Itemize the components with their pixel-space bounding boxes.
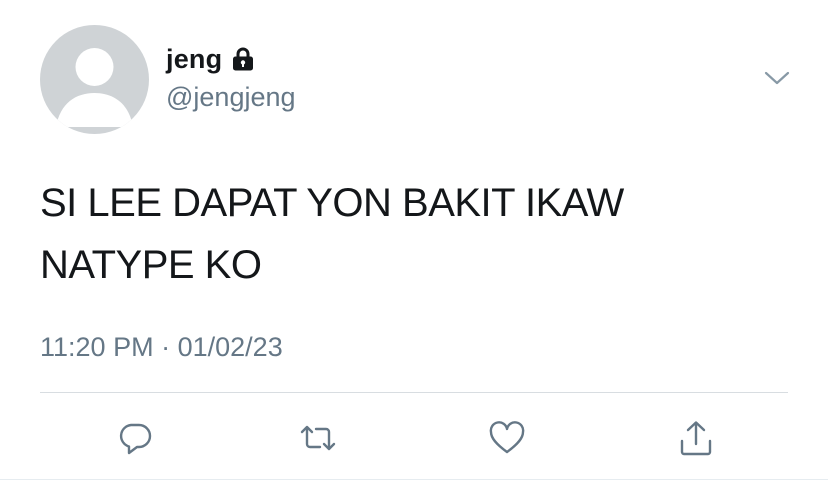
divider (40, 392, 788, 393)
like-button[interactable] (487, 418, 527, 458)
author-handle[interactable]: @jengjeng (166, 82, 296, 113)
tweet-time: 11:20 PM (40, 332, 154, 362)
bottom-divider (0, 479, 828, 480)
retweet-icon (300, 425, 336, 451)
heart-icon (489, 421, 525, 454)
reply-icon (119, 423, 152, 455)
share-button[interactable] (676, 418, 716, 458)
tweet-text: SI LEE DAPAT YON BAKIT IKAW NATYPE KO (40, 172, 780, 296)
display-name[interactable]: jeng (166, 44, 222, 75)
reply-button[interactable] (115, 418, 155, 458)
meta-separator: · (161, 332, 171, 362)
default-avatar-icon (56, 48, 133, 127)
retweet-button[interactable] (298, 418, 338, 458)
author-name-row: jeng (166, 40, 256, 78)
tweet-timestamp[interactable]: 11:20 PM · 01/02/23 (40, 332, 283, 363)
tweet-date: 01/02/23 (177, 332, 283, 362)
lock-icon (230, 45, 256, 73)
tweet-text-line: SI LEE DAPAT YON BAKIT IKAW (40, 181, 624, 225)
tweet-detail: jeng @jengjeng SI LEE DAPAT YON BAKIT IK… (0, 0, 828, 482)
share-icon (680, 421, 712, 456)
avatar[interactable] (40, 25, 149, 134)
tweet-text-line: NATYPE KO (40, 243, 262, 287)
chevron-down-icon[interactable] (764, 68, 790, 88)
